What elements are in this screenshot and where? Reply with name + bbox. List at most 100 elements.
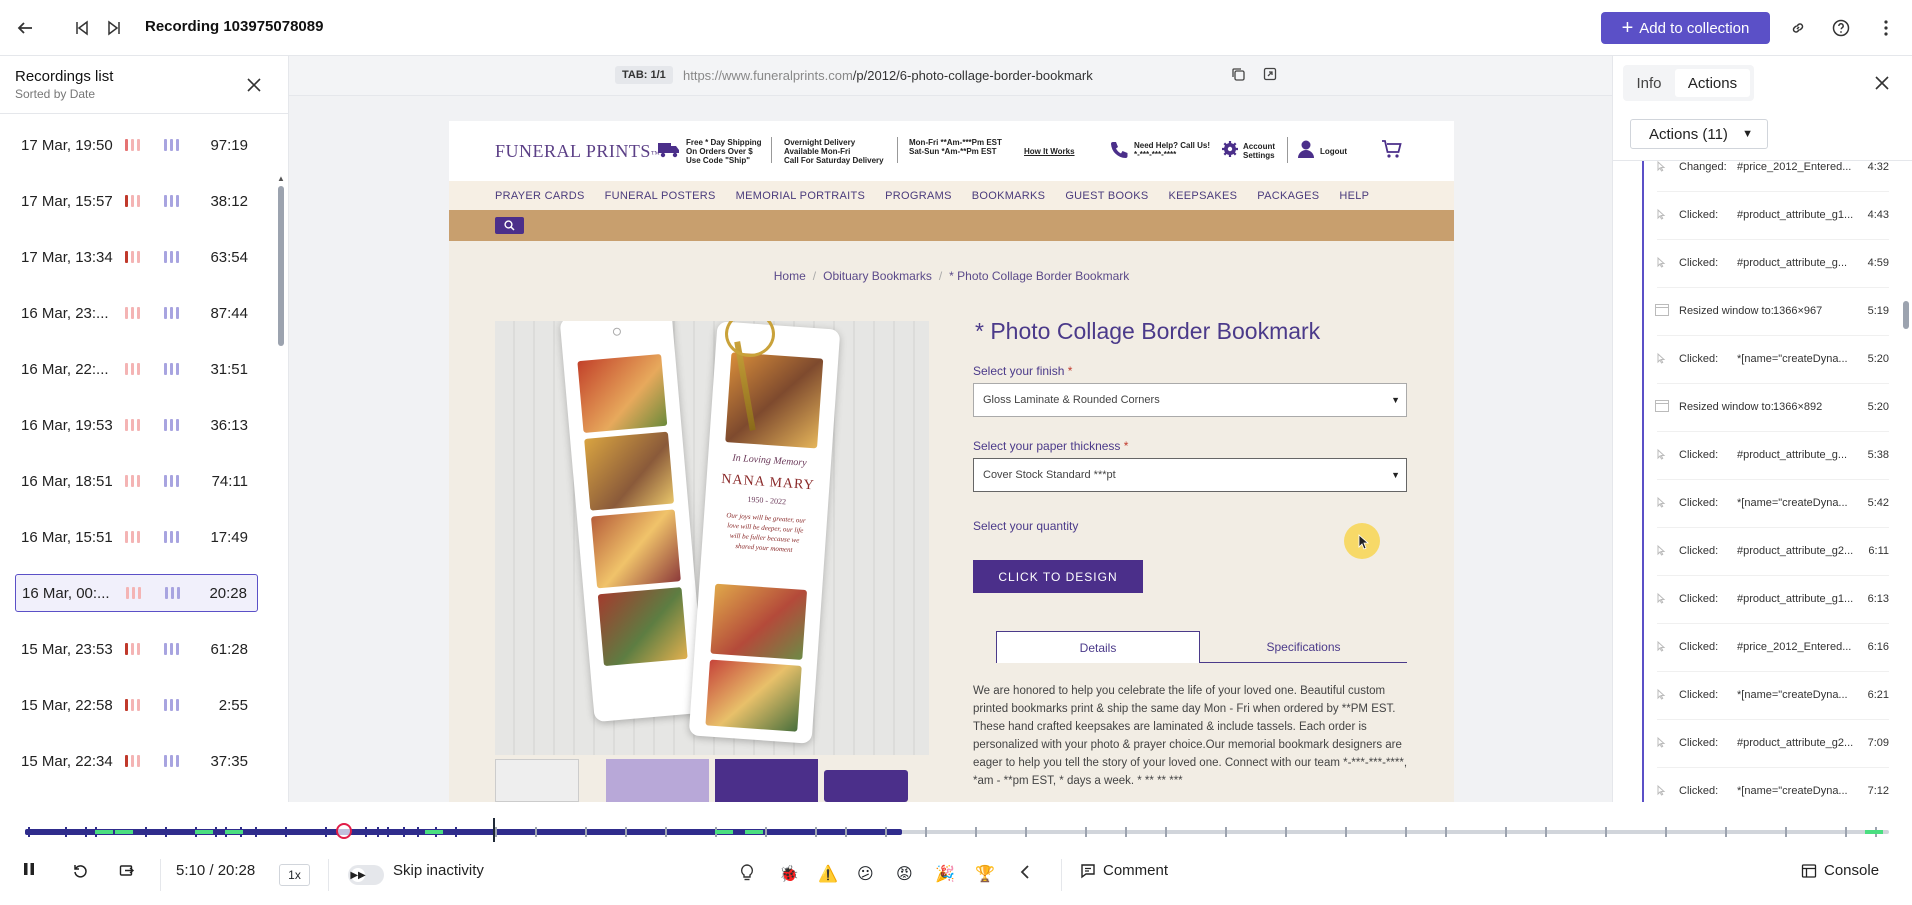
- site-nav-item[interactable]: HELP: [1339, 190, 1369, 202]
- thumbnail-4[interactable]: [824, 770, 908, 802]
- chevron-left-icon[interactable]: [1019, 864, 1031, 885]
- open-external-icon[interactable]: [1263, 67, 1277, 84]
- recording-item[interactable]: 15 Mar, 22:34 37:35: [15, 742, 258, 780]
- site-nav-item[interactable]: MEMORIAL PORTRAITS: [736, 190, 865, 202]
- pause-icon[interactable]: [22, 862, 36, 876]
- error-marker-icon[interactable]: [336, 823, 352, 839]
- action-item[interactable]: Clicked: #product_attribute_g... 4:59: [1649, 241, 1889, 285]
- next-recording-icon[interactable]: [102, 16, 126, 40]
- thumbnail-1[interactable]: [495, 759, 579, 802]
- action-item[interactable]: Clicked: #product_attribute_g1... 4:43: [1649, 193, 1889, 237]
- action-item[interactable]: Clicked: *[name="createDyna... 6:21: [1649, 673, 1889, 717]
- product-image[interactable]: In Loving Memory NANA MARY 1950 - 2022 O…: [495, 321, 929, 755]
- action-target: #price_2012_Entered...: [1737, 641, 1852, 653]
- breadcrumb-home[interactable]: Home: [774, 269, 806, 283]
- action-item[interactable]: Resized window to: 1366×967 5:19: [1649, 289, 1889, 333]
- add-to-collection-button[interactable]: + Add to collection: [1601, 12, 1770, 44]
- tab-details[interactable]: Details: [996, 631, 1200, 663]
- action-item[interactable]: Changed: #price_2012_Entered... 4:32: [1649, 161, 1889, 189]
- action-item[interactable]: Clicked: *[name="createDyna... 5:42: [1649, 481, 1889, 525]
- activity-signal-icon: [164, 755, 179, 767]
- scrollbar-thumb[interactable]: [278, 186, 284, 346]
- console-button[interactable]: Console: [1801, 862, 1879, 879]
- site-nav-item[interactable]: PRAYER CARDS: [495, 190, 585, 202]
- scroll-up-icon[interactable]: ▲: [277, 174, 285, 183]
- recording-item[interactable]: 17 Mar, 15:57 38:12: [15, 182, 258, 220]
- action-item[interactable]: Clicked: #product_attribute_g... 5:38: [1649, 433, 1889, 477]
- site-nav-item[interactable]: PACKAGES: [1257, 190, 1319, 202]
- site-search-icon[interactable]: [495, 217, 524, 234]
- click-to-design-button[interactable]: CLICK TO DESIGN: [973, 560, 1143, 593]
- site-nav-item[interactable]: KEEPSAKES: [1169, 190, 1238, 202]
- close-icon[interactable]: [1875, 70, 1889, 96]
- site-logo[interactable]: FUNERAL PRINTS™: [495, 141, 660, 162]
- site-nav-item[interactable]: FUNERAL POSTERS: [605, 190, 716, 202]
- recording-item[interactable]: 17 Mar, 19:50 97:19: [15, 126, 258, 164]
- thickness-select[interactable]: Cover Stock Standard ***pt ▼: [973, 458, 1407, 492]
- action-item[interactable]: Clicked: *[name="createDyna... 5:20: [1649, 337, 1889, 381]
- recording-item[interactable]: 16 Mar, 22:... 31:51: [15, 350, 258, 388]
- click-icon: [1655, 208, 1667, 223]
- recording-item[interactable]: 15 Mar, 22:58 2:55: [15, 686, 258, 724]
- skip-inactivity-toggle[interactable]: ▶▶: [348, 865, 384, 885]
- copy-icon[interactable]: [1231, 67, 1245, 84]
- recording-item[interactable]: 16 Mar, 15:51 17:49: [15, 518, 258, 556]
- how-it-works-link[interactable]: How It Works: [1024, 147, 1075, 156]
- action-item[interactable]: Clicked: #product_attribute_g2... 7:09: [1649, 721, 1889, 765]
- scrollbar-thumb[interactable]: [1903, 301, 1909, 329]
- action-item[interactable]: Clicked: *[name="createDyna... 7:12: [1649, 769, 1889, 802]
- cart-icon[interactable]: [1381, 139, 1403, 164]
- recording-date: 15 Mar, 23:53: [21, 640, 113, 658]
- party-popper-icon[interactable]: 🎉: [935, 864, 955, 884]
- timeline-event-mark: [1665, 827, 1667, 837]
- jump-forward-icon[interactable]: [119, 862, 135, 878]
- account-settings-gear-icon[interactable]: [1221, 140, 1239, 163]
- help-icon[interactable]: [1829, 16, 1853, 40]
- finish-select[interactable]: Gloss Laminate & Rounded Corners ▼: [973, 383, 1407, 417]
- warning-icon[interactable]: ⚠️: [818, 864, 838, 884]
- site-nav-item[interactable]: BOOKMARKS: [972, 190, 1046, 202]
- action-item[interactable]: Clicked: #product_attribute_g2... 6:11: [1649, 529, 1889, 573]
- angry-face-icon[interactable]: 😡: [896, 864, 913, 884]
- recording-item[interactable]: 15 Mar, 23:53 61:28: [15, 630, 258, 668]
- recording-date: 17 Mar, 19:50: [21, 136, 113, 154]
- rewind-icon[interactable]: [72, 862, 88, 878]
- tab-actions[interactable]: Actions: [1675, 69, 1750, 97]
- chevron-down-icon: ▼: [1391, 470, 1400, 480]
- close-icon[interactable]: [247, 72, 261, 98]
- recordings-scrollbar[interactable]: ▲ ▼: [277, 174, 285, 846]
- lightbulb-icon[interactable]: [739, 864, 755, 887]
- playback-speed-button[interactable]: 1x: [279, 864, 310, 886]
- action-item[interactable]: Resized window to: 1366×892 5:20: [1649, 385, 1889, 429]
- actions-filter-dropdown[interactable]: Actions (11) ▼: [1630, 119, 1768, 149]
- action-time: 5:19: [1867, 305, 1889, 317]
- recording-item[interactable]: 16 Mar, 18:51 74:11: [15, 462, 258, 500]
- site-logo-text: FUNERAL PRINTS: [495, 141, 651, 161]
- recording-item[interactable]: 16 Mar, 00:... 20:28: [15, 574, 258, 612]
- recording-item[interactable]: 16 Mar, 19:53 36:13: [15, 406, 258, 444]
- site-nav-item[interactable]: PROGRAMS: [885, 190, 952, 202]
- logout-link[interactable]: Logout: [1320, 147, 1347, 156]
- bug-icon[interactable]: 🐞: [779, 864, 799, 884]
- action-item[interactable]: Clicked: #product_attribute_g1... 6:13: [1649, 577, 1889, 621]
- confused-face-icon[interactable]: 😕: [857, 864, 874, 884]
- recording-item[interactable]: 16 Mar, 23:... 87:44: [15, 294, 258, 332]
- site-nav-item[interactable]: GUEST BOOKS: [1065, 190, 1148, 202]
- breadcrumb-obituary-bookmarks[interactable]: Obituary Bookmarks: [823, 269, 932, 283]
- account-settings-text[interactable]: Account Settings: [1243, 142, 1275, 160]
- back-arrow-icon[interactable]: [13, 16, 37, 40]
- tab-info[interactable]: Info: [1627, 69, 1671, 97]
- actions-scrollbar[interactable]: [1903, 161, 1910, 802]
- recording-item[interactable]: 17 Mar, 13:34 63:54: [15, 238, 258, 276]
- thumbnail-2[interactable]: [606, 759, 709, 802]
- tab-specifications[interactable]: Specifications: [1200, 631, 1407, 663]
- playhead[interactable]: [493, 818, 495, 842]
- more-vertical-icon[interactable]: [1874, 16, 1898, 40]
- action-item[interactable]: Clicked: #price_2012_Entered... 6:16: [1649, 625, 1889, 669]
- previous-recording-icon[interactable]: [70, 16, 94, 40]
- thumbnail-3[interactable]: [715, 759, 818, 802]
- trophy-icon[interactable]: 🏆: [975, 864, 995, 884]
- comment-button[interactable]: Comment: [1080, 862, 1168, 879]
- link-icon[interactable]: [1786, 16, 1810, 40]
- timeline-track[interactable]: [25, 827, 1889, 837]
